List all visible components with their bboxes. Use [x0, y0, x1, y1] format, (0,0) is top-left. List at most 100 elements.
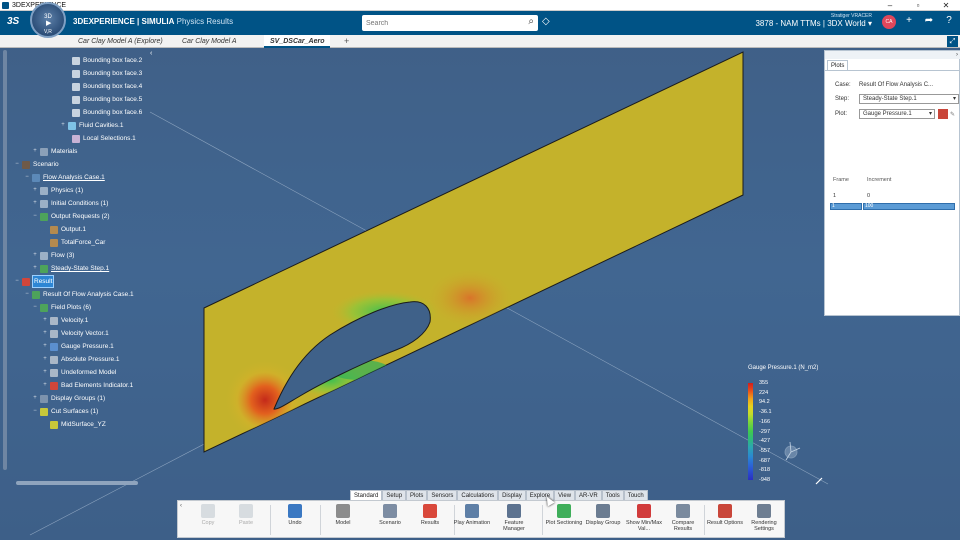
tree-node[interactable]: − Output Requests (2)	[32, 211, 110, 222]
expand-icon[interactable]: ⤢	[947, 36, 958, 47]
tree-node[interactable]: − Result Of Flow Analysis Case.1	[24, 289, 134, 300]
tree-node[interactable]: + Flow (3)	[32, 250, 74, 261]
tab-explore[interactable]: Car Clay Model A (Explore)	[72, 35, 169, 48]
tree-node[interactable]: − Flow Analysis Case.1	[24, 172, 105, 183]
tab-calculations[interactable]: Calculations	[457, 490, 499, 500]
tag-icon[interactable]: ◇	[542, 16, 550, 27]
plot-sectioning-button[interactable]: Plot Sectioning	[544, 504, 584, 526]
tree-node[interactable]: + Steady-State Step.1	[32, 263, 109, 274]
tree-node[interactable]: + Bad Elements Indicator.1	[42, 380, 133, 391]
expand-icon[interactable]: +	[32, 393, 38, 404]
tree-node[interactable]: Bounding box face.5	[72, 94, 142, 105]
compare-results-button[interactable]: Compare Results	[663, 504, 703, 532]
paste-button[interactable]: Paste	[226, 504, 266, 526]
tree-node[interactable]: + Velocity Vector.1	[42, 328, 109, 339]
compass-icon[interactable]: 3D ▶ V,R	[30, 2, 66, 38]
scenario-button[interactable]: Scenario	[370, 504, 410, 526]
tree-node[interactable]: Bounding box face.6	[72, 107, 142, 118]
frame-bar[interactable]: 1	[830, 203, 862, 210]
expand-icon[interactable]: +	[60, 120, 66, 131]
expand-icon[interactable]: +	[32, 198, 38, 209]
plot-select[interactable]: Gauge Pressure.1	[859, 109, 935, 119]
tree-node[interactable]: + Display Groups (1)	[32, 393, 105, 404]
tree-node[interactable]: + Undeformed Model	[42, 367, 116, 378]
tab-plots-ribbon[interactable]: Plots	[406, 490, 428, 500]
plot-options-icon[interactable]	[938, 109, 948, 119]
maximize-button[interactable]: ▫	[904, 0, 932, 11]
tree-node[interactable]: TotalForce_Car	[50, 237, 105, 248]
expand-icon[interactable]: +	[42, 341, 48, 352]
tab-plots[interactable]: Plots	[827, 60, 849, 70]
collapse-tree-icon[interactable]: ‹	[150, 50, 152, 57]
tab-sv-dscar-aero[interactable]: SV_DSCar_Aero	[264, 35, 331, 48]
display-group-button[interactable]: Display Group	[583, 504, 623, 526]
expand-icon[interactable]: +	[42, 354, 48, 365]
expand-icon[interactable]: +	[32, 250, 38, 261]
tree-node[interactable]: + Materials	[32, 146, 77, 157]
show-min-max-button[interactable]: Show Min/Max Val...	[624, 504, 664, 532]
result-options-button[interactable]: Result Options	[705, 504, 745, 526]
increment-bar[interactable]: 100	[863, 203, 955, 210]
results-button[interactable]: Results	[410, 504, 450, 526]
chevron-left-icon[interactable]: ‹	[180, 503, 182, 509]
add-icon[interactable]: +	[902, 15, 916, 29]
tab-setup[interactable]: Setup	[382, 490, 407, 500]
expand-icon[interactable]: +	[42, 328, 48, 339]
expand-icon[interactable]: +	[42, 315, 48, 326]
tab-display[interactable]: Display	[498, 490, 526, 500]
tree-node[interactable]: Bounding box face.3	[72, 68, 142, 79]
tree-node[interactable]: − Cut Surfaces (1)	[32, 406, 98, 417]
tab-car-clay[interactable]: Car Clay Model A	[176, 35, 243, 48]
tree-node[interactable]: + Gauge Pressure.1	[42, 341, 114, 352]
help-icon[interactable]: ?	[942, 15, 956, 29]
tree-node[interactable]: Bounding box face.4	[72, 81, 142, 92]
copy-button[interactable]: Copy	[188, 504, 228, 526]
tree-node[interactable]: + Absolute Pressure.1	[42, 354, 120, 365]
search-icon[interactable]: ⌕	[528, 16, 534, 27]
panel-expand-icon[interactable]: ›	[825, 51, 960, 59]
tree-node[interactable]: MidSurface_YZ	[50, 419, 106, 430]
search-input[interactable]	[362, 15, 512, 31]
tree-node[interactable]: Local Selections.1	[72, 133, 136, 144]
collapse-icon[interactable]: −	[32, 406, 38, 417]
feature-manager-button[interactable]: Feature Manager	[494, 504, 534, 532]
rendering-settings-button[interactable]: Rendering Settings	[744, 504, 784, 532]
tree-node[interactable]: Bounding box face.2	[72, 55, 142, 66]
collapse-icon[interactable]: −	[14, 276, 20, 287]
tree-node[interactable]: − Scenario	[14, 159, 59, 170]
tree-node[interactable]: + Velocity.1	[42, 315, 88, 326]
tab-tools[interactable]: Tools	[601, 490, 624, 500]
user-block[interactable]: Stratiger VRACER 3878 - NAM TTMs | 3DX W…	[755, 13, 872, 28]
step-select[interactable]: Steady-State Step.1	[859, 94, 959, 104]
expand-icon[interactable]: +	[32, 263, 38, 274]
avatar[interactable]: CA	[882, 15, 896, 29]
collapse-icon[interactable]: −	[14, 159, 20, 170]
tab-sensors[interactable]: Sensors	[427, 490, 458, 500]
play-animation-button[interactable]: Play Animation	[452, 504, 492, 526]
tree-horizontal-scrollbar[interactable]	[16, 481, 138, 485]
expand-icon[interactable]: +	[42, 380, 48, 391]
tree-node[interactable]: + Initial Conditions (1)	[32, 198, 108, 209]
ds-logo-icon[interactable]: 3S	[7, 16, 19, 27]
collapse-icon[interactable]: −	[24, 172, 30, 183]
tree-scrollbar[interactable]	[3, 50, 7, 470]
expand-icon[interactable]: +	[42, 367, 48, 378]
expand-icon[interactable]: +	[32, 146, 38, 157]
tree-node[interactable]: − Result	[14, 275, 55, 288]
share-icon[interactable]: ➦	[922, 15, 936, 29]
tree-node[interactable]: + Fluid Cavities.1	[60, 120, 123, 131]
tab-touch[interactable]: Touch	[623, 490, 648, 500]
collapse-icon[interactable]: −	[32, 302, 38, 313]
model-button[interactable]: Model	[323, 504, 363, 526]
expand-icon[interactable]: +	[32, 185, 38, 196]
tab-standard[interactable]: Standard	[350, 490, 383, 500]
tree-node[interactable]: Output.1	[50, 224, 86, 235]
tree-node[interactable]: − Field Plots (6)	[32, 302, 91, 313]
undo-button[interactable]: Undo	[275, 504, 315, 526]
close-window-button[interactable]: ✕	[932, 0, 960, 11]
minimize-button[interactable]: –	[876, 0, 904, 11]
edit-icon[interactable]: ✎	[950, 111, 955, 118]
add-tab-icon[interactable]: +	[344, 35, 349, 48]
tree-node[interactable]: + Physics (1)	[32, 185, 83, 196]
tab-view[interactable]: View	[554, 490, 576, 500]
